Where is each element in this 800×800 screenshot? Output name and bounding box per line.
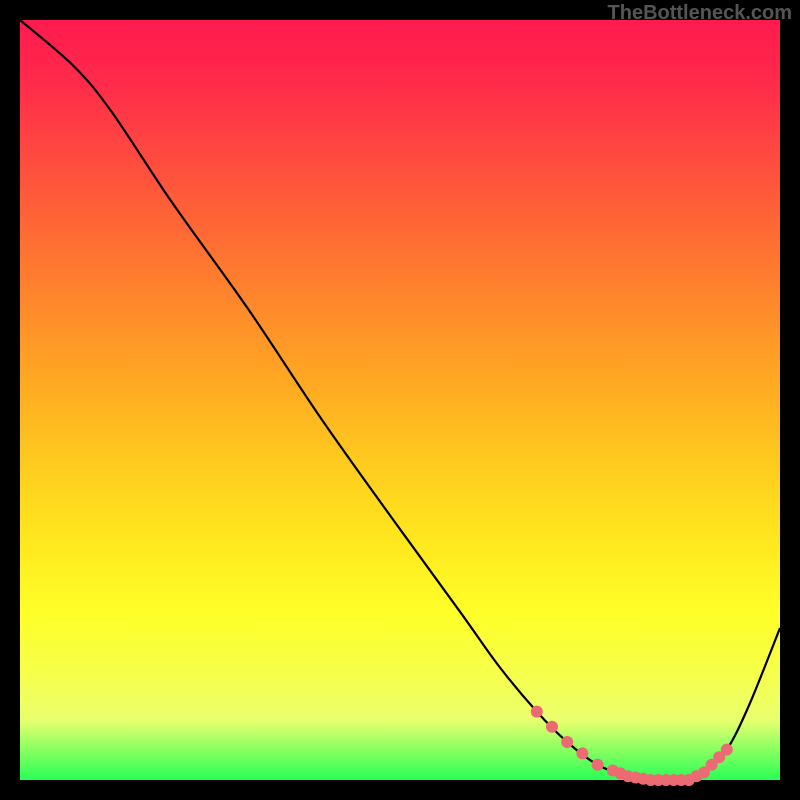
bottleneck-curve xyxy=(20,20,780,781)
highlight-point xyxy=(546,721,558,733)
highlight-point xyxy=(561,736,573,748)
highlight-point xyxy=(592,759,604,771)
highlight-point xyxy=(721,744,733,756)
watermark-text: TheBottleneck.com xyxy=(608,2,792,25)
highlighted-points xyxy=(531,706,733,786)
chart-container: TheBottleneck.com xyxy=(0,0,800,800)
highlight-point xyxy=(576,747,588,759)
plot-area xyxy=(20,20,780,780)
chart-svg xyxy=(20,20,780,780)
highlight-point xyxy=(531,706,543,718)
